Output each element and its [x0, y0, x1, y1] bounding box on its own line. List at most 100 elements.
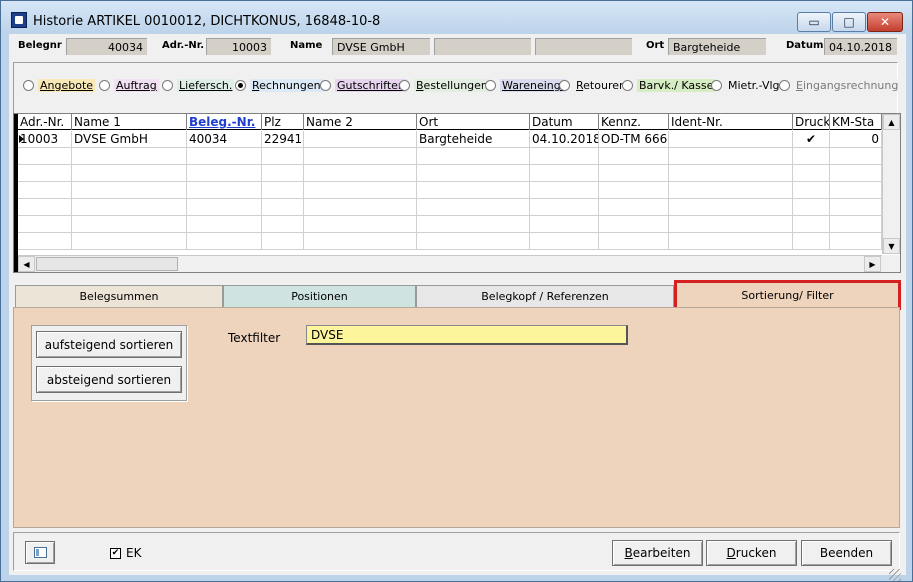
radio-doc-type[interactable]: Auftrag [99, 79, 159, 92]
tab-belegkopf-referenzen[interactable]: Belegkopf / Referenzen [416, 285, 674, 307]
radio-label: Wareneing. [500, 79, 567, 92]
view-toggle-button[interactable] [25, 541, 55, 564]
table-row[interactable] [18, 216, 882, 233]
drucken-button[interactable]: Drucken [706, 540, 797, 566]
col-header-druck[interactable]: Druck [793, 114, 830, 130]
horizontal-scrollbar[interactable]: ◀ ▶ [18, 255, 882, 272]
radio-hotkey: B [416, 79, 424, 92]
table-cell [669, 182, 793, 198]
table-cell [830, 216, 882, 232]
table-row[interactable]: 10003 DVSE GmbH 40034 22941 Bargteheide 04.10… [18, 131, 882, 148]
radio-circle-icon[interactable] [99, 80, 110, 91]
radio-doc-type[interactable]: Bestellungen [399, 79, 490, 92]
radio-hotkey: A [116, 79, 124, 92]
radio-circle-icon[interactable] [711, 80, 722, 91]
resize-grip[interactable] [889, 569, 901, 581]
radio-circle-icon[interactable] [559, 80, 570, 91]
col-header-belegnr[interactable]: Beleg.-Nr. [187, 114, 262, 130]
ek-checkbox-box[interactable]: ✔ [110, 547, 121, 559]
radio-circle-icon[interactable] [779, 80, 790, 91]
radio-doc-type[interactable]: Gutschriften [320, 79, 407, 92]
table-row[interactable] [18, 165, 882, 182]
table-cell: 40034 [187, 131, 262, 147]
scroll-down-icon[interactable]: ▼ [883, 238, 900, 254]
scroll-up-icon[interactable]: ▲ [883, 114, 900, 130]
radio-label-text: iefersch. [185, 79, 233, 92]
scroll-left-icon[interactable]: ◀ [18, 256, 35, 272]
textfilter-input[interactable] [306, 325, 628, 345]
table-cell [599, 148, 669, 164]
radio-doc-type[interactable]: Wareneing. [485, 79, 567, 92]
radio-label-text: uftrag [123, 79, 157, 92]
sort-descending-button[interactable]: absteigend sortieren [36, 366, 182, 393]
radio-doc-type[interactable]: Mietr.-Vlg [711, 79, 782, 92]
ek-checkbox[interactable]: ✔ EK [110, 546, 141, 560]
table-cell [18, 148, 72, 164]
close-icon: ✕ [879, 15, 891, 29]
table-cell [669, 148, 793, 164]
table-cell [187, 182, 262, 198]
bearbeiten-button[interactable]: Bearbeiten [612, 540, 703, 566]
tab-belegsummen[interactable]: Belegsummen [15, 285, 223, 307]
table-cell [187, 233, 262, 249]
radio-doc-type[interactable]: Rechnungen [235, 79, 323, 92]
table-cell [187, 148, 262, 164]
col-header-name2[interactable]: Name 2 [304, 114, 417, 130]
col-header-identnr[interactable]: Ident-Nr. [669, 114, 793, 130]
horizontal-scroll-thumb[interactable] [36, 257, 178, 271]
tab-positionen[interactable]: Positionen [223, 285, 416, 307]
radio-circle-icon[interactable] [485, 80, 496, 91]
scroll-right-icon[interactable]: ▶ [864, 256, 881, 272]
name-label: Name [290, 40, 323, 51]
table-cell [72, 216, 187, 232]
radio-circle-icon[interactable] [23, 80, 34, 91]
datum-label: Datum [786, 40, 824, 51]
close-button[interactable]: ✕ [867, 12, 903, 32]
maximize-button[interactable]: □ [832, 12, 866, 32]
tab-sortierung-filter[interactable]: Sortierung/ Filter [674, 280, 901, 310]
radio-circle-icon[interactable] [622, 80, 633, 91]
col-header-plz[interactable]: Plz [262, 114, 304, 130]
radio-doc-type[interactable]: Eingangsrechnung [779, 79, 901, 92]
beenden-button[interactable]: Beenden [801, 540, 892, 566]
table-cell [417, 216, 530, 232]
table-cell [830, 182, 882, 198]
radio-doc-type[interactable]: Liefersch. [162, 79, 235, 92]
table-cell [530, 148, 599, 164]
history-grid[interactable]: Adr.-Nr. Name 1 Beleg.-Nr. Plz Name 2 Or… [13, 113, 901, 273]
table-row[interactable] [18, 199, 882, 216]
table-cell [304, 233, 417, 249]
radio-doc-type[interactable]: Barvk./ Kasse [622, 79, 716, 92]
table-row[interactable] [18, 182, 882, 199]
radio-doc-type[interactable]: Retouren [559, 79, 628, 92]
radio-label-text: etouren [583, 79, 626, 92]
radio-circle-icon[interactable] [162, 80, 173, 91]
table-cell [262, 199, 304, 215]
col-header-datum[interactable]: Datum [530, 114, 599, 130]
radio-label: Eingangsrechnung [794, 79, 901, 92]
radio-label-text: estellungen [423, 79, 488, 92]
radio-label-text: Barvk./ Kasse [639, 79, 714, 92]
table-cell [599, 199, 669, 215]
table-cell [599, 182, 669, 198]
sort-button-group: aufsteigend sortieren absteigend sortier… [31, 325, 188, 402]
table-row[interactable] [18, 148, 882, 165]
vertical-scrollbar[interactable]: ▲ ▼ [882, 114, 900, 254]
radio-circle-icon[interactable] [399, 80, 410, 91]
col-header-kmstand[interactable]: KM-Sta [830, 114, 882, 130]
col-header-adrnr[interactable]: Adr.-Nr. [18, 114, 72, 130]
table-row[interactable] [18, 233, 882, 250]
minimize-button[interactable]: ▭ [797, 12, 831, 32]
grid-header: Adr.-Nr. Name 1 Beleg.-Nr. Plz Name 2 Or… [18, 114, 882, 130]
sort-ascending-button[interactable]: aufsteigend sortieren [36, 331, 182, 358]
app-icon [11, 12, 27, 28]
title-bar[interactable]: Historie ARTIKEL 0010012, DICHTKONUS, 16… [1, 1, 912, 34]
table-cell [530, 233, 599, 249]
col-header-ort[interactable]: Ort [417, 114, 530, 130]
radio-circle-icon[interactable] [235, 80, 246, 91]
col-header-name1[interactable]: Name 1 [72, 114, 187, 130]
table-cell [830, 165, 882, 181]
radio-circle-icon[interactable] [320, 80, 331, 91]
radio-doc-type[interactable]: Angebote [23, 79, 96, 92]
col-header-kennz[interactable]: Kennz. [599, 114, 669, 130]
